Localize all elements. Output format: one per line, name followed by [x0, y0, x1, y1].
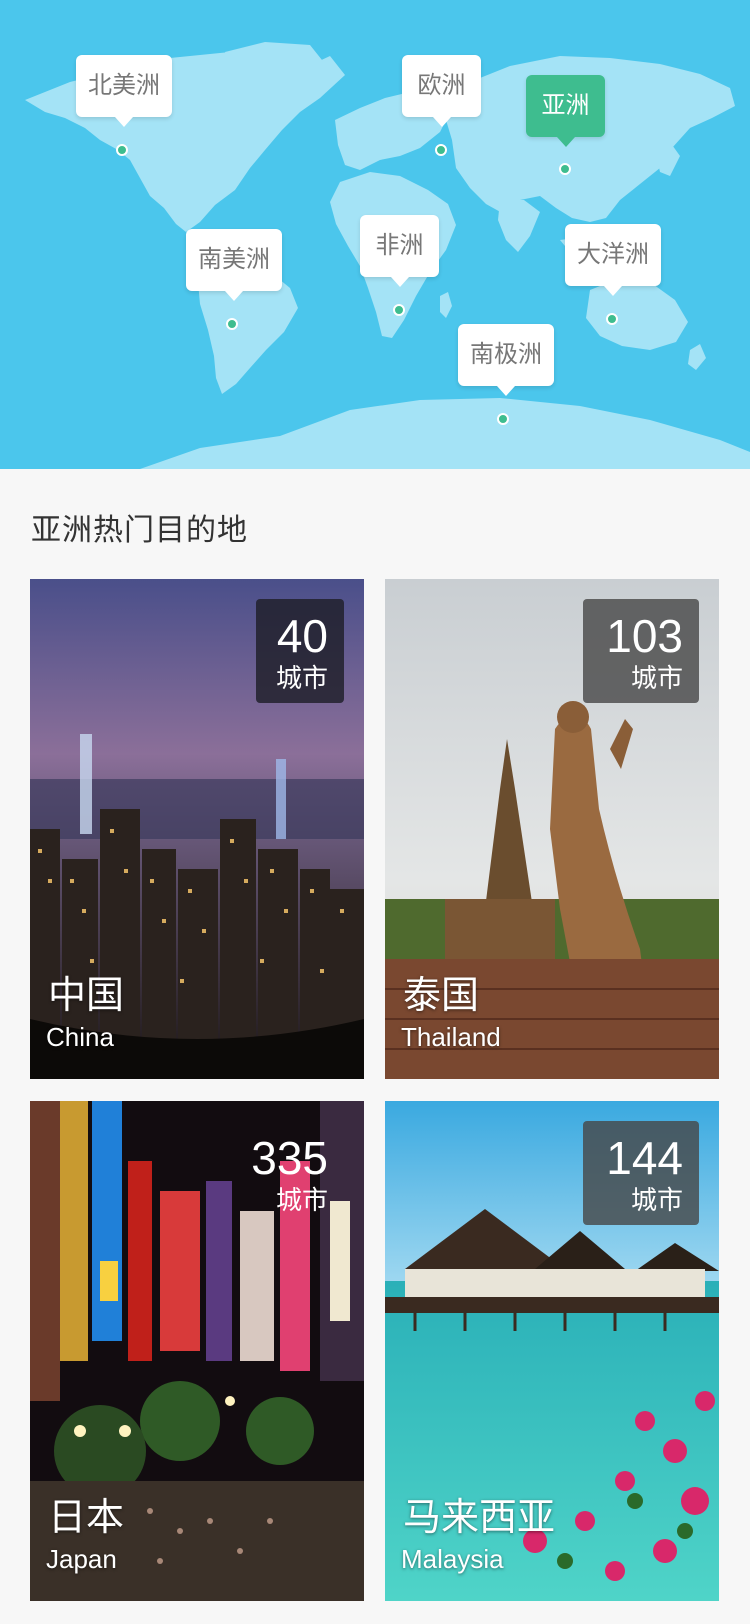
asia-dot[interactable]: [559, 163, 571, 175]
continent-north-america[interactable]: 北美洲: [76, 55, 172, 127]
europe-dot[interactable]: [435, 144, 447, 156]
city-count-badge: 103 城市: [583, 599, 699, 703]
city-count: 40: [276, 610, 328, 662]
section-title: 亚洲热门目的地: [31, 514, 248, 547]
destination-name-cn: 泰国: [403, 975, 480, 1017]
continent-oceania[interactable]: 大洋洲: [565, 224, 661, 296]
city-count-badge: 144 城市: [583, 1121, 699, 1225]
destination-card-thailand[interactable]: 103 城市 泰国 Thailand: [385, 579, 719, 1079]
destination-name-en: Japan: [46, 1544, 117, 1574]
destination-card-china[interactable]: 40 城市 中国 China: [30, 579, 364, 1079]
north-america-dot[interactable]: [116, 144, 128, 156]
world-map[interactable]: 北美洲 欧洲 亚洲 南美洲 非洲 大洋洲 南极洲: [0, 0, 750, 469]
city-unit: 城市: [275, 663, 328, 693]
destination-name-en: China: [46, 1022, 114, 1052]
destination-name-en: Thailand: [401, 1022, 501, 1052]
city-count-badge: 335 城市: [228, 1121, 344, 1225]
continent-antarctica[interactable]: 南极洲: [458, 324, 554, 396]
city-count: 335: [251, 1132, 328, 1184]
continent-africa[interactable]: 非洲: [360, 215, 439, 287]
oceania-dot[interactable]: [606, 313, 618, 325]
antarctica-dot[interactable]: [497, 413, 509, 425]
destination-name-cn: 中国: [48, 975, 125, 1017]
destination-card-japan[interactable]: 335 城市 日本 Japan: [30, 1101, 364, 1601]
destination-name-cn: 日本: [48, 1497, 125, 1539]
city-count: 103: [606, 610, 683, 662]
city-count: 144: [606, 1132, 683, 1184]
continent-europe[interactable]: 欧洲: [402, 55, 481, 127]
continent-asia[interactable]: 亚洲: [526, 75, 605, 147]
continent-south-america[interactable]: 南美洲: [186, 229, 282, 301]
south-america-dot[interactable]: [226, 318, 238, 330]
city-count-badge: 40 城市: [256, 599, 344, 703]
city-unit: 城市: [630, 663, 683, 693]
destination-name-en: Malaysia: [401, 1544, 504, 1574]
destination-card-malaysia[interactable]: 144 城市 马来西亚 Malaysia: [385, 1101, 719, 1601]
africa-dot[interactable]: [393, 304, 405, 316]
city-unit: 城市: [630, 1185, 683, 1215]
destination-name-cn: 马来西亚: [403, 1497, 556, 1539]
city-unit: 城市: [275, 1185, 328, 1215]
